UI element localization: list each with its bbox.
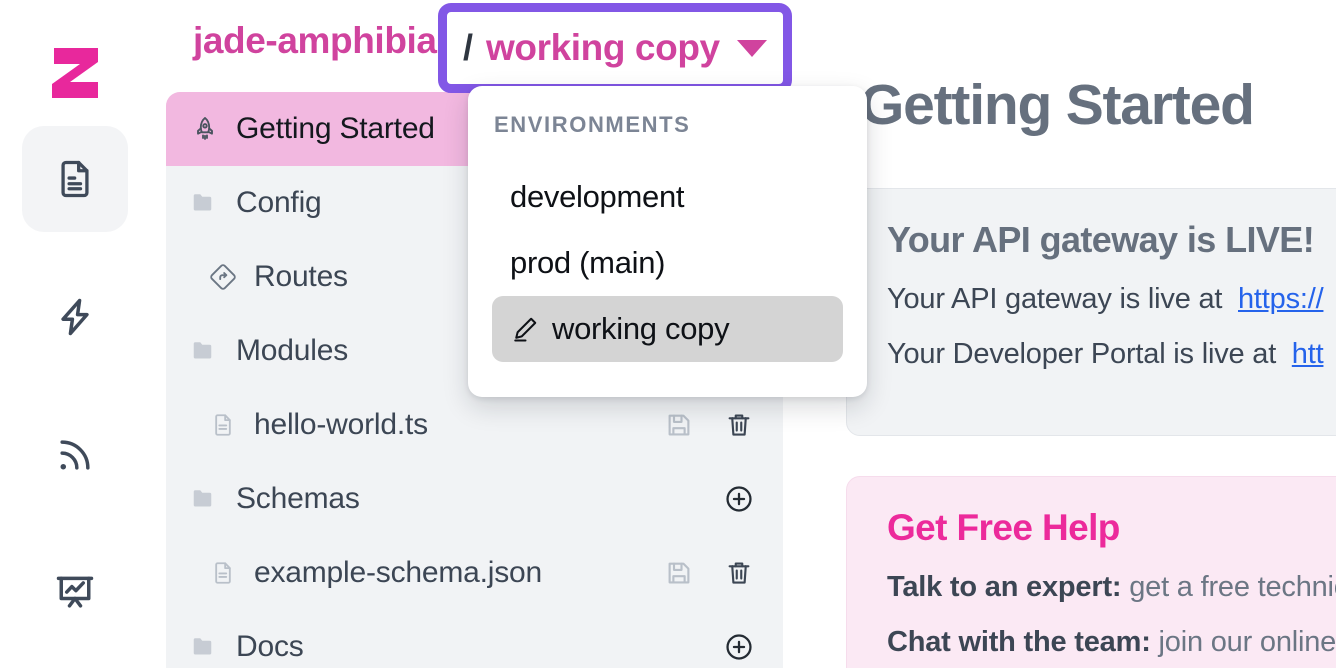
help-line-chat-text: join our online xyxy=(1151,626,1336,658)
sidebar-item-label: Schemas xyxy=(236,482,360,516)
environment-option-development[interactable]: development xyxy=(492,164,843,230)
row-actions xyxy=(721,629,757,665)
save-icon[interactable] xyxy=(661,407,697,443)
api-live-card-title: Your API gateway is LIVE! xyxy=(887,219,1336,261)
rss-broadcast-icon xyxy=(53,433,97,477)
main-content: Getting Started Your API gateway is LIVE… xyxy=(800,0,1336,668)
folder-icon xyxy=(188,630,222,664)
environment-option-working-copy[interactable]: working copy xyxy=(492,296,843,362)
environment-option-label: working copy xyxy=(552,311,729,347)
portal-url-prefix: Your Developer Portal is live at xyxy=(887,338,1276,370)
file-icon xyxy=(206,556,240,590)
rail-item-logs[interactable] xyxy=(22,402,128,508)
sidebar-item-label: Getting Started xyxy=(236,112,435,146)
environments-dropdown: ENVIRONMENTS development prod (main) wor… xyxy=(468,86,867,397)
rail-item-files[interactable] xyxy=(22,126,128,232)
sidebar-item-docs[interactable]: Docs xyxy=(166,610,783,668)
lightning-bolt-icon xyxy=(53,295,97,339)
sidebar-item-label: Docs xyxy=(236,630,304,664)
rail-item-deployments[interactable] xyxy=(22,264,128,370)
gateway-url-link[interactable]: https:// xyxy=(1238,283,1323,315)
add-icon[interactable] xyxy=(721,481,757,517)
add-icon[interactable] xyxy=(721,629,757,665)
api-live-card: Your API gateway is LIVE! Your API gatew… xyxy=(846,188,1336,436)
environment-option-label: prod (main) xyxy=(510,245,665,281)
save-icon[interactable] xyxy=(661,555,697,591)
app-window: Getting Started Config Routes xyxy=(0,0,1336,668)
sidebar-item-example-schema-json[interactable]: example-schema.json xyxy=(166,536,783,610)
sidebar-item-label: Modules xyxy=(236,334,348,368)
rail-item-analytics[interactable] xyxy=(22,540,128,646)
sidebar-item-label: example-schema.json xyxy=(254,556,542,590)
sidebar-item-label: Routes xyxy=(254,260,348,294)
file-icon xyxy=(206,408,240,442)
get-free-help-card: Get Free Help Talk to an expert: get a f… xyxy=(846,476,1336,668)
help-line-expert-label: Talk to an expert: xyxy=(887,571,1121,603)
help-line-expert: Talk to an expert: get a free technic xyxy=(887,571,1336,604)
row-actions xyxy=(661,407,757,443)
environment-selector-focus-box[interactable]: / working copy xyxy=(438,3,792,93)
environment-option-prod-main[interactable]: prod (main) xyxy=(492,230,843,296)
portal-url-line: Your Developer Portal is live at htt xyxy=(887,338,1336,371)
page-title: Getting Started xyxy=(860,72,1254,138)
chevron-down-icon[interactable] xyxy=(737,40,767,57)
trash-icon[interactable] xyxy=(721,407,757,443)
environments-dropdown-header: ENVIRONMENTS xyxy=(492,112,843,138)
gateway-url-prefix: Your API gateway is live at xyxy=(887,283,1222,315)
document-file-icon xyxy=(53,157,97,201)
folder-icon xyxy=(188,482,222,516)
sidebar-item-hello-world-ts[interactable]: hello-world.ts xyxy=(166,388,783,462)
environment-option-label: development xyxy=(510,179,684,215)
row-actions xyxy=(661,555,757,591)
sidebar-item-schemas[interactable]: Schemas xyxy=(166,462,783,536)
portal-url-link[interactable]: htt xyxy=(1292,338,1324,370)
get-free-help-title: Get Free Help xyxy=(887,507,1336,549)
trash-icon[interactable] xyxy=(721,555,757,591)
breadcrumb-environment[interactable]: working copy xyxy=(486,27,720,69)
route-sign-icon xyxy=(206,260,240,294)
row-actions xyxy=(721,481,757,517)
pencil-edit-icon xyxy=(510,314,540,344)
environment-selector[interactable]: / working copy xyxy=(447,27,767,69)
sidebar-item-label: Config xyxy=(236,186,322,220)
gateway-url-line: Your API gateway is live at https:// xyxy=(887,283,1336,316)
zuplo-z-logo[interactable] xyxy=(32,30,118,116)
rocket-icon xyxy=(188,112,222,146)
icon-rail xyxy=(0,0,150,668)
presentation-chart-icon xyxy=(53,571,97,615)
sidebar-item-label: hello-world.ts xyxy=(254,408,428,442)
help-line-expert-text: get a free technic xyxy=(1121,571,1336,603)
folder-icon xyxy=(188,334,222,368)
breadcrumb-separator: / xyxy=(463,27,473,69)
breadcrumb-project[interactable]: jade-amphibian xyxy=(193,20,459,62)
help-line-chat-label: Chat with the team: xyxy=(887,626,1151,658)
help-line-chat: Chat with the team: join our online xyxy=(887,626,1336,659)
folder-icon xyxy=(188,186,222,220)
